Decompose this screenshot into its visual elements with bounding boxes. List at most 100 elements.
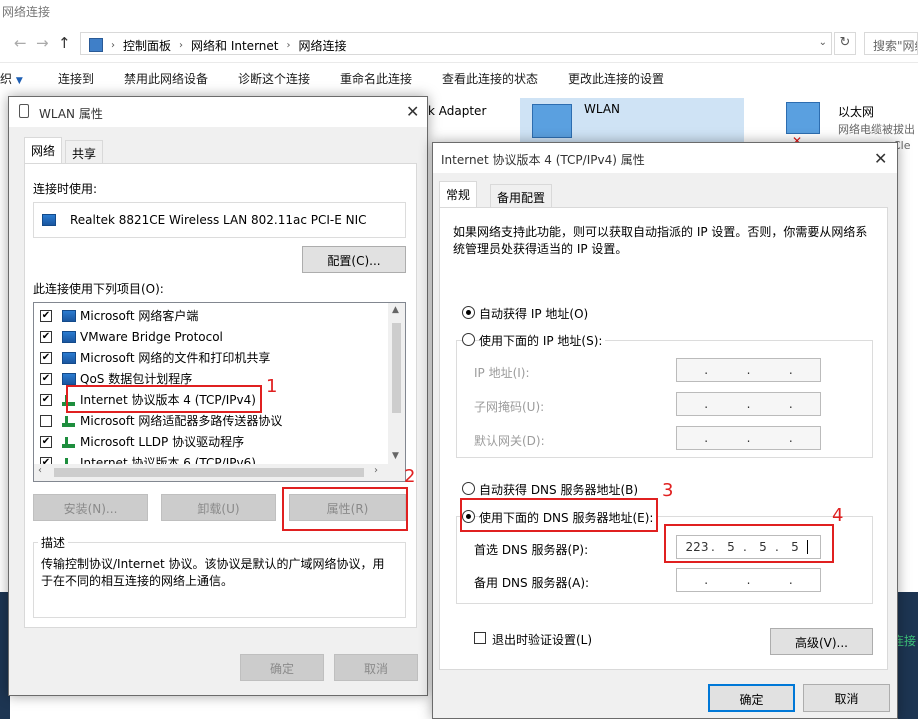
view-status-button[interactable]: 查看此连接的状态: [442, 70, 538, 87]
dialog-icon: [19, 104, 29, 118]
configure-button[interactable]: 配置(C)...: [302, 246, 406, 273]
close-icon[interactable]: ✕: [406, 102, 419, 121]
general-tab-panel: 如果网络支持此功能，则可以获取自动指派的 IP 设置。否则，你需要从网络系统管理…: [439, 207, 888, 670]
dropdown-arrow-icon: ▼: [15, 76, 23, 86]
annotation-number: 1: [266, 376, 278, 397]
gateway-label: 默认网关(D):: [474, 434, 545, 448]
address-row: ← → ↑ › 控制面板 › 网络和 Internet › 网络连接 ⌄ ↻ 搜…: [0, 30, 918, 58]
validate-label[interactable]: 退出时验证设置(L): [492, 631, 592, 648]
highlight-box-2: [282, 487, 408, 531]
wlan-dialog-title: WLAN 属性: [9, 97, 427, 127]
chevron-down-icon[interactable]: ⌄: [819, 37, 827, 48]
connect-to-button[interactable]: 连接到: [58, 70, 94, 87]
item-label: Microsoft LLDP 协议驱动程序: [80, 435, 245, 449]
scroll-left-icon: ‹: [38, 465, 42, 476]
ethernet-name: 以太网: [838, 105, 875, 119]
chevron-icon: ›: [286, 39, 291, 51]
item-checkbox[interactable]: [40, 414, 52, 427]
uninstall-button[interactable]: 卸载(U): [161, 494, 276, 521]
horizontal-scrollbar[interactable]: ‹ ›: [34, 464, 405, 481]
rename-button[interactable]: 重命名此连接: [340, 70, 412, 87]
wlan-cancel-button[interactable]: 取消: [334, 654, 418, 681]
ipv4-properties-dialog: Internet 协议版本 4 (TCP/IPv4) 属性 ✕ 常规 备用配置 …: [432, 142, 898, 719]
ipv4-ok-button[interactable]: 确定: [708, 684, 795, 712]
vertical-scrollbar[interactable]: ▲ ▼: [388, 303, 405, 465]
ethernet-status: 网络电缆被拔出: [838, 123, 915, 136]
forward-icon[interactable]: →: [36, 34, 49, 52]
search-input[interactable]: 搜索"网络: [864, 32, 918, 55]
gateway-field[interactable]: ...: [676, 426, 821, 450]
preferred-dns-label: 首选 DNS 服务器(P):: [474, 543, 589, 557]
item-checkbox[interactable]: ✔: [40, 330, 52, 343]
annotation-number: 2: [404, 466, 416, 487]
diagnose-button[interactable]: 诊断这个连接: [238, 70, 310, 87]
auto-dns-radio[interactable]: [462, 482, 475, 495]
tab-alternate[interactable]: 备用配置: [490, 184, 553, 208]
organize-menu[interactable]: 织 ▼: [0, 70, 23, 87]
item-label: Microsoft 网络客户端: [80, 309, 199, 323]
item-checkbox[interactable]: ✔: [40, 435, 52, 448]
explorer-title: 网络连接: [2, 5, 51, 19]
up-icon[interactable]: ↑: [58, 34, 71, 52]
network-client-icon: [62, 309, 76, 322]
back-icon[interactable]: ←: [14, 34, 27, 52]
auto-ip-label[interactable]: 自动获得 IP 地址(O): [479, 305, 588, 322]
subnet-mask-label: 子网掩码(U):: [474, 400, 545, 414]
protocol-icon: [62, 415, 76, 427]
item-checkbox[interactable]: ✔: [40, 309, 52, 322]
tab-network[interactable]: 网络: [24, 137, 63, 164]
description-text: 传输控制协议/Internet 协议。该协议是默认的广域网络协议，用于在不同的相…: [41, 557, 385, 588]
breadcrumb-item[interactable]: 网络和 Internet: [191, 37, 278, 54]
adapter-icon: [532, 104, 572, 138]
control-panel-icon: [89, 38, 103, 52]
ethernet-icon[interactable]: [786, 102, 820, 134]
validate-checkbox[interactable]: [474, 632, 486, 644]
tab-sharing[interactable]: 共享: [65, 140, 104, 164]
item-checkbox[interactable]: ✔: [40, 351, 52, 364]
list-item[interactable]: ✔ Microsoft LLDP 协议驱动程序: [40, 431, 244, 452]
highlight-box-4: [664, 524, 834, 563]
command-bar: 织 ▼ 连接到 禁用此网络设备 诊断这个连接 重命名此连接 查看此连接的状态 更…: [0, 62, 918, 92]
item-label: Microsoft 网络的文件和打印机共享: [80, 351, 271, 365]
intro-text: 如果网络支持此功能，则可以获取自动指派的 IP 设置。否则，你需要从网络系统管理…: [453, 225, 868, 256]
ip-address-field[interactable]: ...: [676, 358, 821, 382]
list-item[interactable]: ✔ Microsoft 网络客户端: [40, 305, 198, 326]
refresh-icon[interactable]: ↻: [834, 32, 856, 55]
connect-using-label: 连接时使用:: [33, 182, 98, 196]
wlan-ok-button[interactable]: 确定: [240, 654, 324, 681]
change-settings-button[interactable]: 更改此连接的设置: [568, 70, 664, 87]
adapter-field: Realtek 8821CE Wireless LAN 802.11ac PCI…: [33, 202, 406, 238]
chevron-icon: ›: [111, 39, 115, 51]
network-client-icon: [62, 351, 76, 364]
scroll-thumb[interactable]: [392, 323, 401, 413]
advanced-button[interactable]: 高级(V)...: [770, 628, 873, 655]
list-item[interactable]: ✔ Microsoft 网络的文件和打印机共享: [40, 347, 270, 368]
item-checkbox[interactable]: ✔: [40, 393, 52, 406]
breadcrumb-item[interactable]: 控制面板: [123, 37, 171, 54]
auto-ip-radio[interactable]: [462, 306, 475, 319]
protocol-icon: [62, 436, 76, 448]
annotation-number: 3: [662, 480, 674, 501]
disable-device-button[interactable]: 禁用此网络设备: [124, 70, 208, 87]
breadcrumb-item[interactable]: 网络连接: [298, 37, 346, 54]
install-button[interactable]: 安装(N)...: [33, 494, 148, 521]
ipv4-dialog-title: Internet 协议版本 4 (TCP/IPv4) 属性: [433, 143, 897, 173]
close-icon[interactable]: ✕: [874, 149, 887, 168]
ipv4-cancel-button[interactable]: 取消: [803, 684, 890, 712]
manual-ip-label[interactable]: 使用下面的 IP 地址(S):: [479, 332, 606, 349]
network-client-icon: [62, 372, 76, 385]
address-bar[interactable]: › 控制面板 › 网络和 Internet › 网络连接 ⌄: [80, 32, 832, 55]
alternate-dns-field[interactable]: ...: [676, 568, 821, 592]
manual-ip-radio[interactable]: [462, 333, 475, 346]
scroll-right-icon: ›: [374, 465, 378, 476]
scroll-thumb[interactable]: [54, 468, 364, 477]
alternate-dns-label: 备用 DNS 服务器(A):: [474, 576, 590, 590]
item-label: VMware Bridge Protocol: [80, 329, 223, 344]
subnet-mask-field[interactable]: ...: [676, 392, 821, 416]
list-item[interactable]: ✔ VMware Bridge Protocol: [40, 326, 223, 347]
list-item[interactable]: Microsoft 网络适配器多路传送器协议: [40, 410, 282, 431]
item-checkbox[interactable]: ✔: [40, 372, 52, 385]
tab-general[interactable]: 常规: [439, 181, 478, 208]
description-title: 描述: [38, 534, 69, 551]
auto-dns-label[interactable]: 自动获得 DNS 服务器地址(B): [479, 481, 638, 498]
